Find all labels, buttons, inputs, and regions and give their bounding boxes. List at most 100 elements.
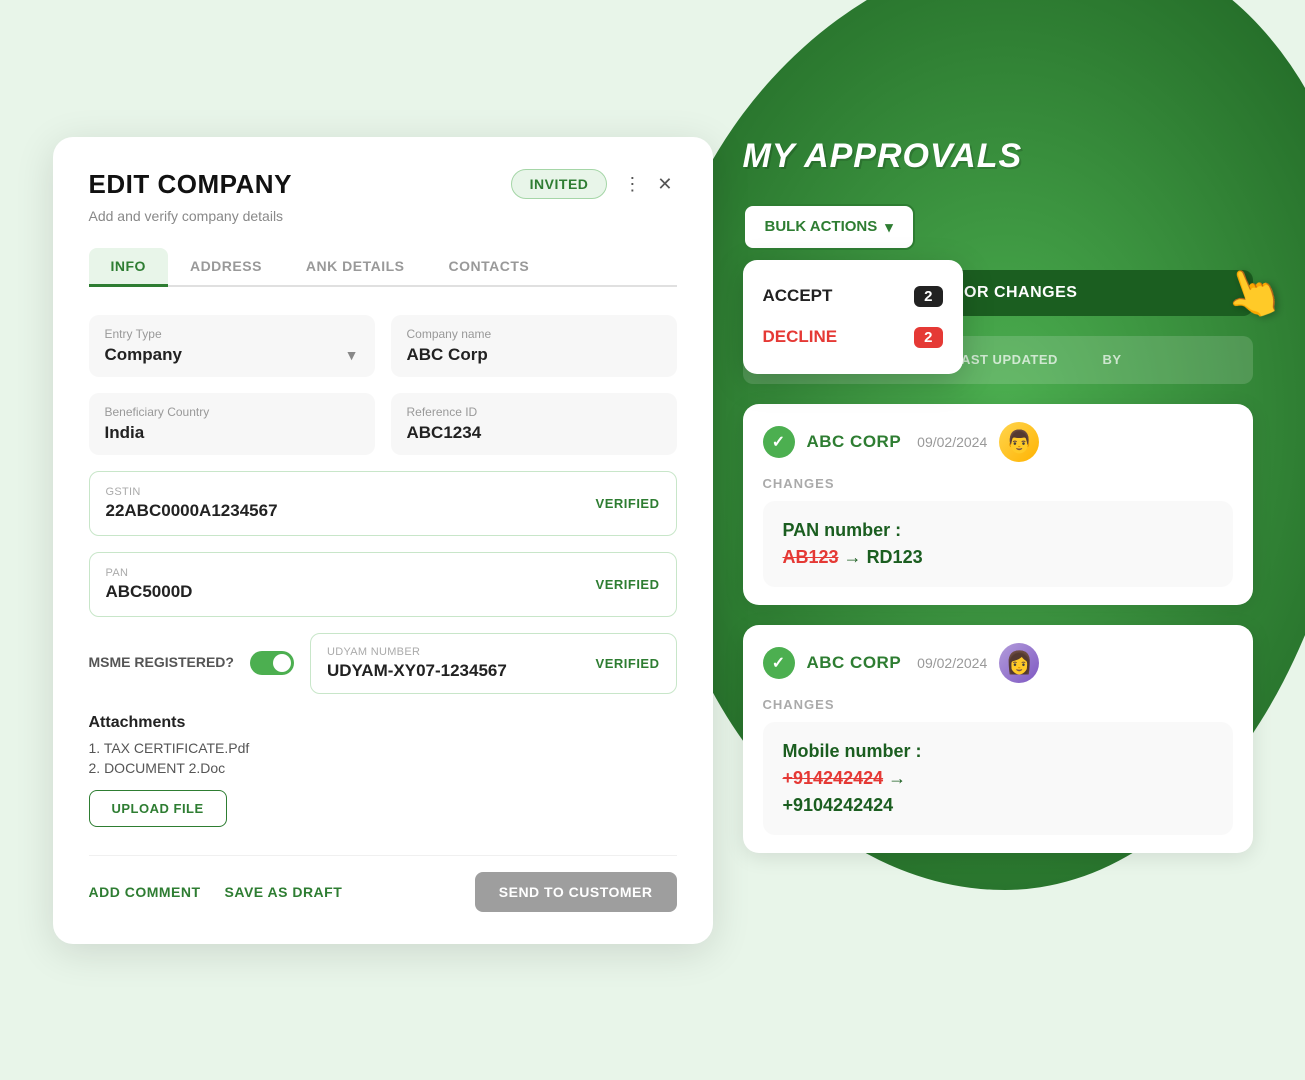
dropdown-arrow-icon: ▼	[345, 347, 359, 363]
tab-bar: INFO ADDRESS ANK DETAILS CONTACTS	[89, 248, 677, 287]
form-row-1: Entry Type Company ▼ Company name ABC Co…	[89, 315, 677, 377]
card-1-changes-box: PAN number : AB123 → RD123	[763, 501, 1233, 587]
beneficiary-country-value: India	[105, 423, 145, 442]
card-2-avatar: 👩	[999, 643, 1039, 683]
attachment-2: 2. DOCUMENT 2.Doc	[89, 760, 677, 776]
last-updated-col-header: LAST UPDATED	[953, 352, 1087, 367]
gstin-label: GSTIN	[106, 486, 596, 498]
attachments-section: Attachments 1. TAX CERTIFICATE.Pdf 2. DO…	[89, 714, 677, 827]
bulk-actions-dropdown: ACCEPT 2 DECLINE 2	[743, 260, 963, 374]
udyam-verified-badge: VERIFIED	[596, 656, 660, 671]
entry-type-value: Company	[105, 345, 182, 365]
approvals-panel: MY APPROVALS BULK ACTIONS ▾ ACCEPT 2 DEC…	[743, 137, 1253, 944]
msme-row: MSME REGISTERED? UDYAM Number UDYAM-XY07…	[89, 633, 677, 694]
entry-type-label: Entry Type	[105, 327, 359, 341]
bulk-actions-chevron-icon: ▾	[885, 218, 893, 236]
pan-label: PAN	[106, 567, 596, 579]
card-1-check-icon: ✓	[763, 426, 795, 458]
reference-id-value: ABC1234	[407, 423, 482, 442]
company-name-label: Company name	[407, 327, 661, 341]
card-2-check-icon: ✓	[763, 647, 795, 679]
panel-title: EDIT COMPANY	[89, 169, 292, 200]
tab-info[interactable]: INFO	[89, 248, 168, 287]
form-row-2: Beneficiary Country India Reference ID A…	[89, 393, 677, 455]
by-col-header: BY	[1103, 352, 1237, 367]
card-2-old-value: +914242424	[783, 768, 884, 788]
udyam-label: UDYAM Number	[327, 646, 596, 658]
udyam-inner: UDYAM Number UDYAM-XY07-1234567	[327, 646, 596, 681]
decline-label: DECLINE	[763, 327, 838, 347]
header-icons: ⋮ ✕	[619, 170, 676, 199]
beneficiary-country-label: Beneficiary Country	[105, 405, 359, 419]
panel-header: EDIT COMPANY INVITED ⋮ ✕	[89, 169, 677, 200]
approval-card-2: ✓ ABC CORP 09/02/2024 👩 CHANGES Mobile n…	[743, 625, 1253, 853]
tab-address[interactable]: ADDRESS	[168, 248, 284, 287]
tab-ank-details[interactable]: ANK DETAILS	[284, 248, 427, 287]
gstin-input-group[interactable]: GSTIN 22ABC0000A1234567 VERIFIED	[89, 471, 677, 536]
card-2-date: 09/02/2024	[917, 655, 987, 671]
company-name-field[interactable]: Company name ABC Corp	[391, 315, 677, 377]
pan-input-group[interactable]: PAN ABC5000D VERIFIED	[89, 552, 677, 617]
pan-value: ABC5000D	[106, 582, 193, 601]
msme-toggle[interactable]	[250, 651, 294, 675]
edit-panel: EDIT COMPANY INVITED ⋮ ✕ Add and verify …	[53, 137, 713, 944]
card-2-changes-label: CHANGES	[763, 697, 1233, 712]
card-2-arrow-icon: →	[888, 768, 906, 788]
pan-inner: PAN ABC5000D	[106, 567, 596, 602]
decline-count: 2	[914, 327, 942, 348]
card-2-header: ✓ ABC CORP 09/02/2024 👩	[763, 643, 1233, 683]
company-name-value: ABC Corp	[407, 345, 488, 364]
card-2-changes-box: Mobile number : +914242424 → +9104242424	[763, 722, 1233, 835]
main-container: EDIT COMPANY INVITED ⋮ ✕ Add and verify …	[53, 137, 1253, 944]
attachments-title: Attachments	[89, 714, 677, 732]
approval-card-1: ✓ ABC CORP 09/02/2024 👨 CHANGES PAN numb…	[743, 404, 1253, 605]
decline-menu-item[interactable]: DECLINE 2	[763, 317, 943, 358]
card-1-changes-label: CHANGES	[763, 476, 1233, 491]
panel-actions: ADD COMMENT SAVE AS DRAFT SEND TO CUSTOM…	[89, 855, 677, 912]
beneficiary-country-field[interactable]: Beneficiary Country India	[89, 393, 375, 455]
reference-id-label: Reference ID	[407, 405, 661, 419]
entry-type-field[interactable]: Entry Type Company ▼	[89, 315, 375, 377]
accept-label: ACCEPT	[763, 286, 833, 306]
pan-verified-badge: VERIFIED	[596, 577, 660, 592]
add-comment-button[interactable]: ADD COMMENT	[89, 884, 201, 900]
close-icon[interactable]: ✕	[653, 170, 676, 199]
approvals-title: MY APPROVALS	[743, 137, 1253, 176]
card-1-avatar: 👨	[999, 422, 1039, 462]
bulk-actions-label: BULK ACTIONS	[765, 218, 878, 235]
udyam-value: UDYAM-XY07-1234567	[327, 661, 507, 680]
accept-count: 2	[914, 286, 942, 307]
udyam-input-group[interactable]: UDYAM Number UDYAM-XY07-1234567 VERIFIED	[310, 633, 677, 694]
card-1-old-value: AB123	[783, 547, 839, 567]
gstin-value: 22ABC0000A1234567	[106, 501, 278, 520]
card-1-changes-title: PAN number :	[783, 520, 902, 540]
card-1-date: 09/02/2024	[917, 434, 987, 450]
card-2-changes-title: Mobile number :	[783, 741, 922, 761]
approvals-toolbar: BULK ACTIONS ▾ ACCEPT 2 DECLINE 2 👆	[743, 204, 1253, 250]
upload-file-button[interactable]: UPLOAD FILE	[89, 790, 227, 827]
card-1-new-value: RD123	[867, 547, 923, 567]
invited-badge: INVITED	[511, 169, 608, 199]
gstin-verified-badge: VERIFIED	[596, 496, 660, 511]
accept-menu-item[interactable]: ACCEPT 2	[763, 276, 943, 317]
header-right: INVITED ⋮ ✕	[511, 169, 677, 199]
reference-id-field[interactable]: Reference ID ABC1234	[391, 393, 677, 455]
attachment-1: 1. TAX CERTIFICATE.Pdf	[89, 740, 677, 756]
panel-subtitle: Add and verify company details	[89, 208, 677, 224]
card-2-new-value: +9104242424	[783, 795, 894, 815]
gstin-inner: GSTIN 22ABC0000A1234567	[106, 486, 596, 521]
msme-label: MSME REGISTERED?	[89, 653, 234, 673]
send-to-customer-button[interactable]: SEND TO CUSTOMER	[475, 872, 677, 912]
tab-contacts[interactable]: CONTACTS	[427, 248, 552, 287]
card-1-company-name: ABC CORP	[807, 432, 902, 452]
save-as-draft-button[interactable]: SAVE AS DRAFT	[225, 884, 343, 900]
entry-type-dropdown[interactable]: Company ▼	[105, 345, 359, 365]
bulk-actions-button[interactable]: BULK ACTIONS ▾	[743, 204, 915, 250]
card-1-arrow-icon: →	[844, 547, 867, 567]
cursor-pointer-icon: 👆	[1215, 255, 1291, 329]
card-2-changes-text: Mobile number : +914242424 → +9104242424	[783, 738, 1213, 819]
card-1-changes-text: PAN number : AB123 → RD123	[783, 517, 1213, 571]
card-2-company-name: ABC CORP	[807, 653, 902, 673]
more-options-icon[interactable]: ⋮	[619, 170, 645, 199]
card-1-header: ✓ ABC CORP 09/02/2024 👨	[763, 422, 1233, 462]
